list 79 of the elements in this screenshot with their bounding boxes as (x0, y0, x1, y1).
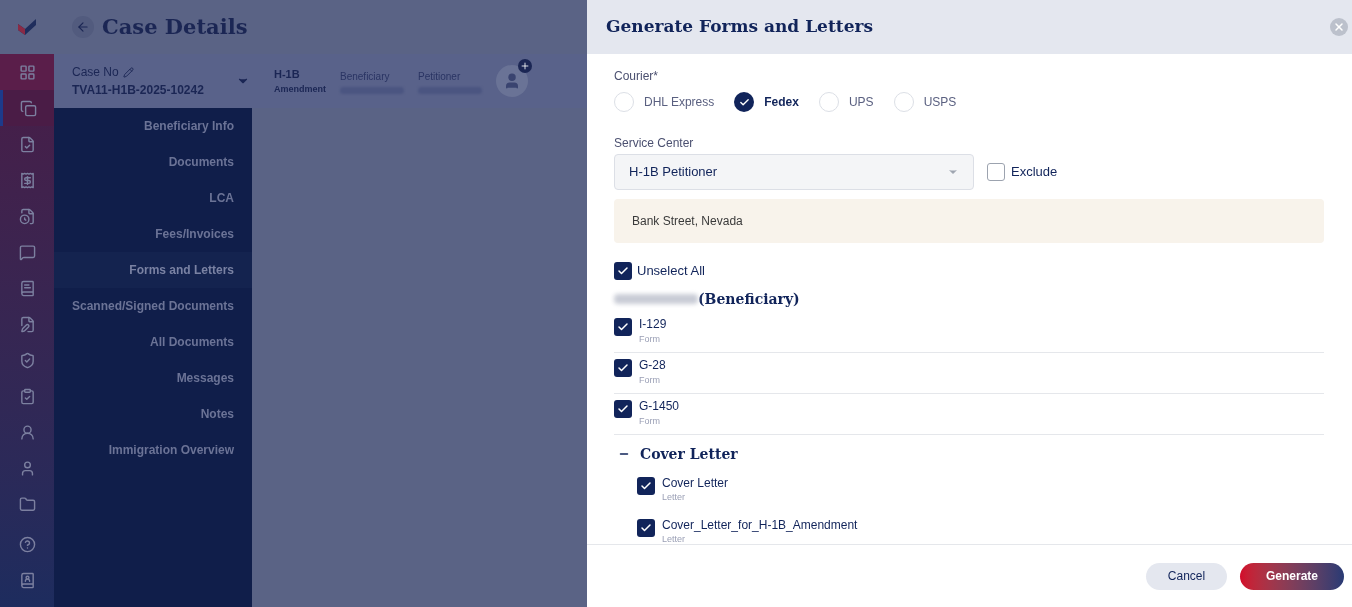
document-type: Letter (662, 532, 686, 544)
file-check-icon (18, 135, 36, 153)
document-name: G-1450 (639, 399, 680, 412)
nav-item[interactable]: Notes (54, 396, 252, 432)
check-icon (617, 402, 629, 415)
checkbox[interactable] (614, 261, 632, 280)
document-type: Form (639, 332, 661, 345)
chat-icon (18, 243, 36, 261)
generate-button[interactable]: Generate (1240, 562, 1344, 590)
documents-icon (20, 99, 37, 117)
nav-item[interactable]: Documents (54, 144, 252, 180)
clipboard-icon (18, 387, 36, 405)
drawer-title: Generate Forms and Letters (606, 15, 873, 39)
add-icon[interactable] (518, 59, 532, 73)
visa-subtype: Amendment (274, 82, 326, 96)
receipt-icon (18, 171, 36, 189)
service-center-select[interactable]: H-1B Petitioner (614, 154, 974, 190)
field-label: Courier* (614, 68, 659, 85)
page-title: Case Details (102, 13, 248, 42)
rail-item[interactable] (0, 54, 54, 90)
close-icon (1333, 21, 1345, 33)
grid-icon (18, 63, 36, 81)
check-icon (617, 320, 629, 333)
checkbox[interactable] (614, 399, 632, 418)
field-label: Service Center (614, 135, 695, 152)
checkbox[interactable] (637, 476, 655, 495)
checkbox-label: Unselect All (637, 262, 705, 280)
edit-icon (122, 66, 134, 78)
folder-icon (18, 495, 36, 513)
checkbox-label: Exclude (1011, 163, 1058, 182)
section-title: Cover Letter (640, 444, 738, 464)
radio-label: USPS (923, 94, 957, 111)
document-name: G-28 (639, 358, 666, 371)
nav-item[interactable]: Messages (54, 360, 252, 396)
document-type: Letter (662, 490, 686, 503)
radio-label: UPS (848, 94, 874, 111)
cancel-button[interactable]: Cancel (1146, 562, 1227, 590)
case-number: TVA11-H1B-2025-10242 (72, 82, 205, 99)
rail-item[interactable] (0, 90, 54, 126)
user-icon (503, 72, 521, 90)
checkbox[interactable] (987, 163, 1005, 181)
close-button[interactable] (1330, 18, 1348, 36)
case-label: Case No (72, 64, 119, 81)
shield-icon (18, 351, 36, 369)
contact-book-icon (18, 571, 36, 589)
radio-label: Fedex (764, 94, 799, 111)
document-type: Form (639, 414, 661, 427)
document-name: Cover_Letter_for_H-1B_Amendment (662, 518, 858, 531)
person-icon (18, 423, 36, 441)
address-text: Bank Street, Nevada (632, 213, 743, 230)
check-icon (738, 96, 750, 108)
nav-item[interactable]: Immigration Overview (54, 432, 252, 468)
visa-type: H-1B (274, 67, 301, 82)
check-icon (640, 479, 652, 492)
document-name: Cover Letter (662, 476, 729, 489)
back-button[interactable] (72, 16, 94, 38)
radio-label: DHL Express (644, 94, 715, 111)
book-icon (18, 279, 36, 297)
check-icon (617, 264, 629, 277)
nav-item[interactable]: Beneficiary Info (54, 108, 252, 144)
checkbox[interactable] (637, 518, 655, 537)
plus-icon (520, 61, 530, 71)
check-icon (617, 361, 629, 374)
file-clock-icon (18, 207, 36, 225)
nav-item[interactable]: Fees/Invoices (54, 216, 252, 252)
nav-item[interactable]: All Documents (54, 324, 252, 360)
document-name: I-129 (639, 317, 667, 330)
checkbox[interactable] (614, 317, 632, 336)
radio-button[interactable] (734, 92, 755, 112)
nav-item[interactable]: Scanned/Signed Documents (54, 288, 252, 324)
document-type: Form (639, 373, 661, 386)
checkbox[interactable] (614, 358, 632, 377)
nav-item[interactable]: LCA (54, 180, 252, 216)
nav-item[interactable]: Forms and Letters (54, 252, 252, 288)
file-pen-icon (18, 315, 36, 333)
check-icon (640, 521, 652, 534)
logo-icon (16, 16, 38, 38)
group-title: (Beneficiary) (698, 289, 800, 309)
help-icon (18, 535, 36, 553)
